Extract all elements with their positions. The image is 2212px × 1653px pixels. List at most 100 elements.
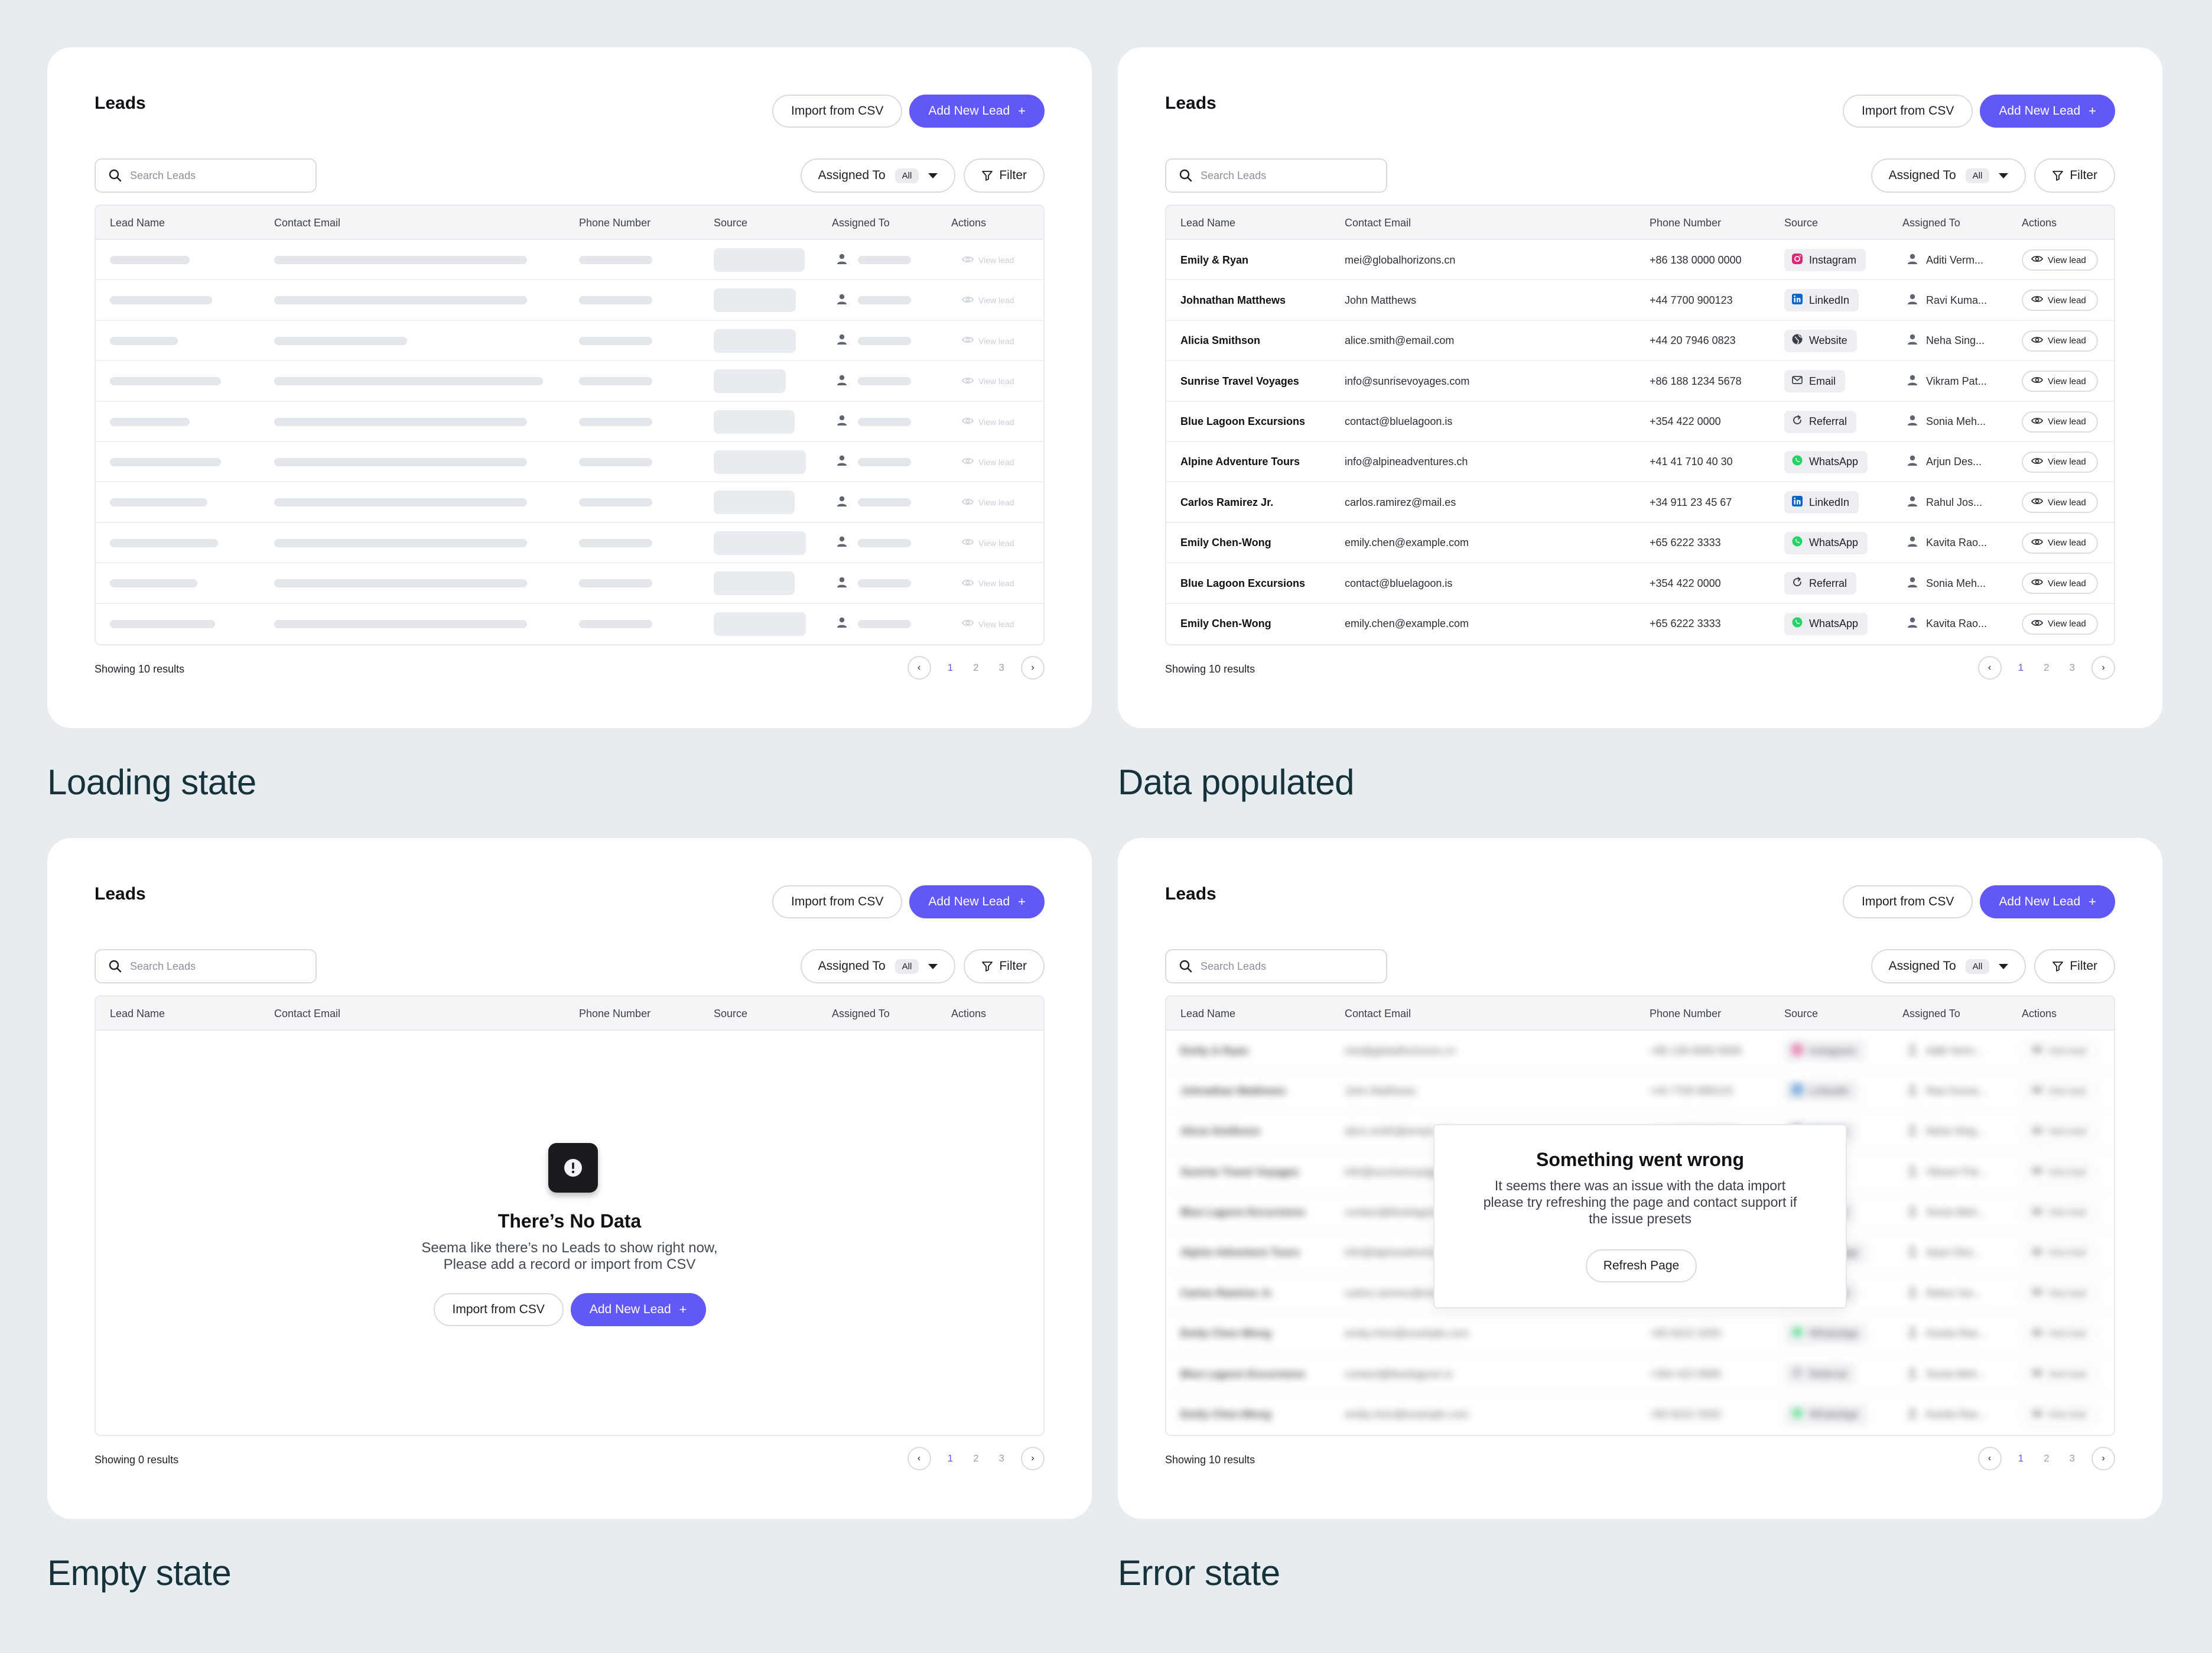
column-lead-name[interactable]: Lead Name — [110, 206, 165, 240]
filter-button[interactable]: Filter — [964, 158, 1045, 193]
table-row[interactable]: Blue Lagoon Excursions contact@bluelagoon… — [1166, 563, 2114, 604]
column-contact-email[interactable]: Contact Email — [1345, 996, 1411, 1031]
view-lead-button[interactable]: View lead — [2022, 1404, 2098, 1425]
prev-page-button[interactable]: ‹ — [1977, 1447, 2002, 1470]
refresh-page-button[interactable]: Refresh Page — [1586, 1249, 1697, 1282]
view-lead-button[interactable]: View lead — [2022, 1040, 2098, 1061]
add-lead-button[interactable]: Add New Lead + — [1980, 95, 2115, 128]
column-source[interactable]: Source — [714, 206, 747, 240]
view-lead-button[interactable]: View lead — [2022, 249, 2098, 271]
column-contact-email[interactable]: Contact Email — [274, 206, 340, 240]
table-row[interactable]: Alpine Adventure Tours info@alpineadventu… — [1166, 442, 2114, 483]
table-row[interactable]: Emily & Ryan mei@globalhorizons.cn +86 138… — [1166, 1031, 2114, 1071]
prev-page-button[interactable]: ‹ — [1977, 656, 2002, 680]
table-row[interactable]: Johnathan Matthews John Matthews +44 7700 … — [1166, 1071, 2114, 1112]
search-input[interactable] — [1201, 169, 1372, 182]
page-2[interactable]: 2 — [2040, 662, 2052, 674]
table-row[interactable]: Blue Lagoon Excursions contact@bluelagoon… — [1166, 1354, 2114, 1395]
view-lead-button[interactable]: View lead — [2022, 451, 2098, 473]
next-page-button[interactable]: › — [2091, 1447, 2115, 1470]
table-row[interactable]: Emily Chen-Wong emily.chen@example.com +65… — [1166, 1314, 2114, 1355]
view-lead-button[interactable]: View lead — [2022, 1161, 2098, 1183]
view-lead-button[interactable]: View lead — [2022, 1121, 2098, 1142]
search-box[interactable] — [95, 949, 317, 983]
column-source[interactable]: Source — [714, 996, 747, 1031]
column-phone-number[interactable]: Phone Number — [1650, 996, 1721, 1031]
empty-import-csv-button[interactable]: Import from CSV — [433, 1293, 564, 1326]
column-lead-name[interactable]: Lead Name — [1180, 206, 1235, 240]
view-lead-button[interactable]: View lead — [2022, 1282, 2098, 1304]
view-lead-button[interactable]: View lead — [2022, 573, 2098, 595]
search-box[interactable] — [95, 158, 317, 193]
next-page-button[interactable]: › — [1021, 1447, 1045, 1470]
next-page-button[interactable]: › — [2091, 656, 2115, 680]
search-box[interactable] — [1165, 158, 1387, 193]
view-lead-button[interactable]: View lead — [2022, 492, 2098, 514]
import-csv-button[interactable]: Import from CSV — [1843, 885, 1973, 918]
page-1[interactable]: 1 — [2015, 662, 2027, 674]
table-row[interactable]: Johnathan Matthews John Matthews +44 7700 … — [1166, 280, 2114, 321]
search-box[interactable] — [1165, 949, 1387, 983]
column-contact-email[interactable]: Contact Email — [1345, 206, 1411, 240]
import-csv-button[interactable]: Import from CSV — [772, 95, 903, 128]
add-lead-button[interactable]: Add New Lead + — [1980, 885, 2115, 918]
search-input[interactable] — [130, 960, 301, 973]
table-row[interactable]: Emily Chen-Wong emily.chen@example.com +65… — [1166, 523, 2114, 564]
search-input[interactable] — [1201, 960, 1372, 973]
empty-add-lead-button[interactable]: Add New Lead + — [570, 1293, 706, 1326]
next-page-button[interactable]: › — [1021, 656, 1045, 680]
import-csv-button[interactable]: Import from CSV — [1843, 95, 1973, 128]
view-lead-button[interactable]: View lead — [2022, 613, 2098, 635]
table-row[interactable]: Emily Chen-Wong emily.chen@example.com +65… — [1166, 604, 2114, 644]
filter-button[interactable]: Filter — [964, 949, 1045, 983]
prev-page-button[interactable]: ‹ — [907, 1447, 931, 1470]
view-lead-button[interactable]: View lead — [2022, 532, 2098, 554]
table-row[interactable]: Carlos Ramirez Jr. carlos.ramirez@mail.es… — [1166, 482, 2114, 523]
add-lead-button[interactable]: Add New Lead + — [909, 885, 1045, 918]
column-phone-number[interactable]: Phone Number — [1650, 206, 1721, 240]
column-assigned-to[interactable]: Assigned To — [1902, 206, 1960, 240]
page-1[interactable]: 1 — [944, 1453, 957, 1464]
view-lead-button[interactable]: View lead — [2022, 330, 2098, 352]
column-assigned-to[interactable]: Assigned To — [832, 996, 890, 1031]
column-phone-number[interactable]: Phone Number — [579, 996, 650, 1031]
add-lead-button[interactable]: Add New Lead + — [909, 95, 1045, 128]
view-lead-button[interactable]: View lead — [2022, 1201, 2098, 1223]
filter-button[interactable]: Filter — [2034, 158, 2115, 193]
assigned-to-dropdown[interactable]: Assigned To All — [1871, 949, 2026, 983]
search-input[interactable] — [130, 169, 301, 182]
view-lead-button[interactable]: View lead — [2022, 411, 2098, 433]
column-assigned-to[interactable]: Assigned To — [832, 206, 890, 240]
page-1[interactable]: 1 — [2015, 1453, 2027, 1464]
page-3[interactable]: 3 — [996, 1453, 1008, 1464]
table-row[interactable]: Emily Chen-Wong emily.chen@example.com +65… — [1166, 1395, 2114, 1435]
page-1[interactable]: 1 — [944, 662, 957, 674]
column-source[interactable]: Source — [1784, 206, 1818, 240]
page-2[interactable]: 2 — [970, 662, 982, 674]
filter-button[interactable]: Filter — [2034, 949, 2115, 983]
table-row[interactable]: Sunrise Travel Voyages info@sunrisevoyage… — [1166, 361, 2114, 402]
assigned-to-dropdown[interactable]: Assigned To All — [800, 949, 956, 983]
table-row[interactable]: Alicia Smithson alice.smith@email.com +44 … — [1166, 321, 2114, 362]
column-contact-email[interactable]: Contact Email — [274, 996, 340, 1031]
page-3[interactable]: 3 — [2066, 1453, 2078, 1464]
column-source[interactable]: Source — [1784, 996, 1818, 1031]
view-lead-button[interactable]: View lead — [2022, 1323, 2098, 1345]
view-lead-button[interactable]: View lead — [2022, 1242, 2098, 1264]
assigned-to-dropdown[interactable]: Assigned To All — [1871, 158, 2026, 193]
view-lead-button[interactable]: View lead — [2022, 290, 2098, 311]
column-assigned-to[interactable]: Assigned To — [1902, 996, 1960, 1031]
page-3[interactable]: 3 — [996, 662, 1008, 674]
view-lead-button[interactable]: View lead — [2022, 1363, 2098, 1385]
assigned-to-dropdown[interactable]: Assigned To All — [800, 158, 956, 193]
table-row[interactable]: Emily & Ryan mei@globalhorizons.cn +86 138… — [1166, 240, 2114, 281]
view-lead-button[interactable]: View lead — [2022, 1080, 2098, 1102]
column-phone-number[interactable]: Phone Number — [579, 206, 650, 240]
page-2[interactable]: 2 — [2040, 1453, 2052, 1464]
page-2[interactable]: 2 — [970, 1453, 982, 1464]
column-lead-name[interactable]: Lead Name — [1180, 996, 1235, 1031]
page-3[interactable]: 3 — [2066, 662, 2078, 674]
view-lead-button[interactable]: View lead — [2022, 371, 2098, 392]
import-csv-button[interactable]: Import from CSV — [772, 885, 903, 918]
column-lead-name[interactable]: Lead Name — [110, 996, 165, 1031]
